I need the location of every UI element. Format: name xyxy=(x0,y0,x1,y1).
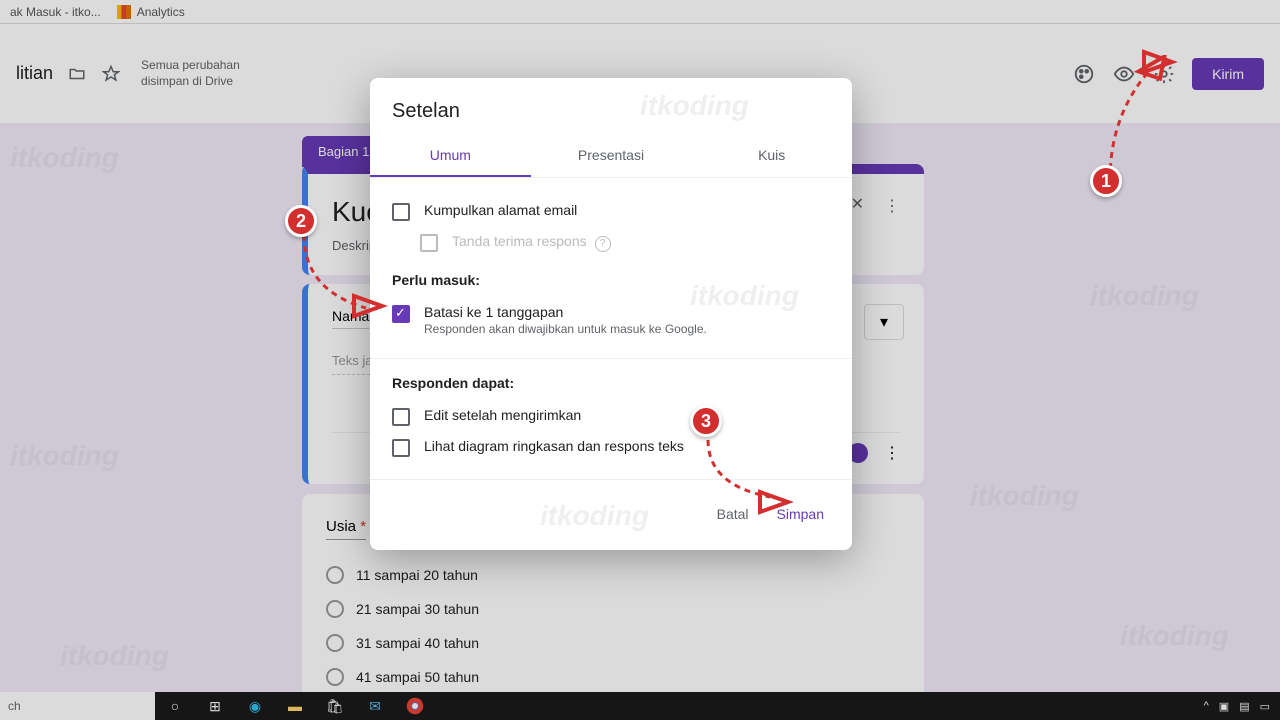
tab-umum[interactable]: Umum xyxy=(370,135,531,177)
tab-kuis[interactable]: Kuis xyxy=(691,135,852,177)
annotation-badge-2: 2 xyxy=(285,205,317,237)
checkbox-label: Edit setelah mengirimkan xyxy=(424,407,581,423)
checkbox-label: Lihat diagram ringkasan dan respons teks xyxy=(424,438,684,454)
modal-tabs: Umum Presentasi Kuis xyxy=(370,135,852,178)
checkbox-collect-email[interactable] xyxy=(392,203,410,221)
checkbox-see-summary[interactable] xyxy=(392,439,410,457)
section-heading: Perlu masuk: xyxy=(392,272,830,288)
save-button[interactable]: Simpan xyxy=(771,498,830,530)
checkbox-receipt xyxy=(420,234,438,252)
checkbox-label: Kumpulkan alamat email xyxy=(424,202,577,218)
checkbox-label: Tanda terima respons? xyxy=(452,233,611,252)
modal-title: Setelan xyxy=(370,100,852,127)
annotation-badge-3: 3 xyxy=(690,405,722,437)
checkbox-limit-response[interactable] xyxy=(392,305,410,323)
checkbox-edit-after[interactable] xyxy=(392,408,410,426)
checkbox-sublabel: Responden akan diwajibkan untuk masuk ke… xyxy=(424,322,707,336)
checkbox-label: Batasi ke 1 tanggapan xyxy=(424,304,707,320)
section-heading: Responden dapat: xyxy=(392,375,830,391)
settings-modal: Setelan Umum Presentasi Kuis Kumpulkan a… xyxy=(370,78,852,550)
tab-presentasi[interactable]: Presentasi xyxy=(531,135,692,177)
annotation-badge-1: 1 xyxy=(1090,165,1122,197)
cancel-button[interactable]: Batal xyxy=(711,498,755,530)
help-icon[interactable]: ? xyxy=(595,236,611,252)
